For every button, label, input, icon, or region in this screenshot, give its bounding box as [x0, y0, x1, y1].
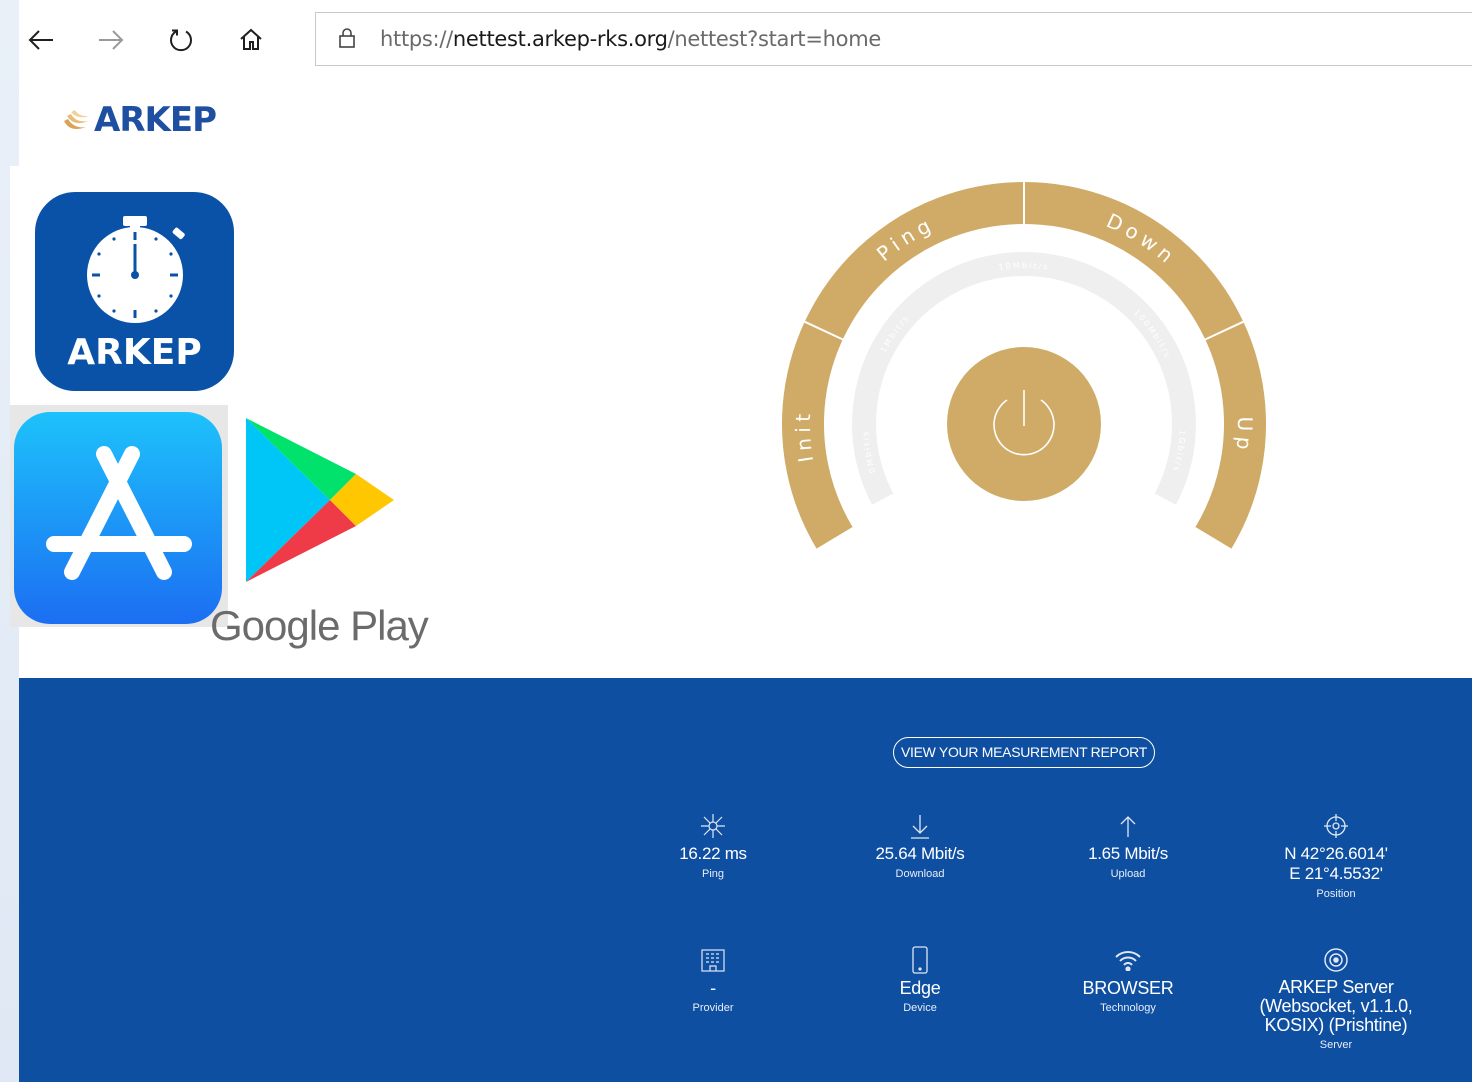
arkep-logo[interactable]: ARKEP: [62, 100, 217, 140]
refresh-icon: [170, 29, 192, 52]
url-text[interactable]: https://nettest.arkep-rks.org/nettest?st…: [380, 27, 881, 51]
server-value-line1: ARKEP Server: [1278, 977, 1394, 997]
ping-icon: [623, 814, 803, 838]
server-value-line3: KOSIX) (Prishtine): [1264, 1015, 1408, 1035]
url-scheme: https://: [380, 27, 453, 51]
position-value-lat: N 42°26.6014': [1284, 844, 1388, 863]
device-label: Device: [903, 1002, 937, 1014]
forward-icon: [99, 30, 124, 50]
ping-value: 16.22 ms: [679, 844, 747, 863]
google-play-label: Google Play: [210, 602, 429, 649]
stat-download: 25.64 Mbit/s Download: [830, 814, 1010, 880]
refresh-button[interactable]: [161, 20, 201, 60]
logo-text: ARKEP: [94, 100, 217, 140]
stat-technology: BROWSER Technology: [1038, 948, 1218, 1014]
device-value: Edge: [899, 978, 941, 998]
provider-icon: [623, 948, 803, 972]
server-icon: [1246, 948, 1426, 972]
browser-toolbar: https://nettest.arkep-rks.org/nettest?st…: [19, 0, 1472, 78]
url-path: /nettest?start=home: [667, 27, 882, 51]
url-host: nettest.arkep-rks.org: [452, 27, 668, 51]
technology-label: Technology: [1100, 1002, 1156, 1014]
home-icon: [240, 28, 262, 50]
stat-upload: 1.65 Mbit/s Upload: [1038, 814, 1218, 880]
upload-icon: [1038, 814, 1218, 838]
app-store-icon: [46, 446, 192, 580]
upload-label: Upload: [1110, 868, 1146, 880]
speed-gauge: InitPing DownUp0Mbit/s1Mbit/s10Mbit/s100M…: [782, 181, 1266, 549]
back-icon: [28, 30, 53, 50]
back-button[interactable]: [21, 20, 61, 60]
stat-server: ARKEP Server (Websocket, v1.1.0, KOSIX) …: [1246, 948, 1426, 1051]
provider-value: -: [710, 978, 716, 998]
stat-ping: 16.22 ms Ping: [623, 814, 803, 880]
app-icon-label: ARKEP: [67, 332, 202, 373]
stat-device: Edge Device: [830, 946, 1010, 1014]
stopwatch-icon: [87, 216, 185, 323]
gauge-phase-label: Init: [791, 408, 818, 463]
stat-position: N 42°26.6014' E 21°4.5532' Position: [1246, 814, 1426, 900]
download-value: 25.64 Mbit/s: [875, 844, 965, 863]
arkep-app-icon[interactable]: ARKEP: [35, 192, 234, 391]
provider-label: Provider: [692, 1002, 734, 1014]
google-play-icon[interactable]: [244, 416, 396, 582]
position-value-lon: E 21°4.5532': [1289, 864, 1383, 883]
home-button[interactable]: [231, 20, 271, 60]
upload-value: 1.65 Mbit/s: [1088, 844, 1168, 863]
lock-icon: [338, 27, 356, 54]
forward-button[interactable]: [91, 20, 131, 60]
server-label: Server: [1319, 1039, 1353, 1051]
device-icon: [830, 946, 1010, 974]
server-value-line2: (Websocket, v1.1.0,: [1259, 996, 1413, 1016]
gauge-phase-label: Up: [1231, 416, 1257, 455]
stat-provider: - Provider: [623, 948, 803, 1014]
wifi-icon: [1038, 948, 1218, 972]
download-icon: [830, 814, 1010, 839]
arkep-swoosh-icon: [64, 110, 90, 129]
position-icon: [1246, 814, 1426, 838]
download-label: Download: [895, 868, 945, 880]
ping-label: Ping: [701, 868, 725, 880]
position-label: Position: [1316, 888, 1356, 900]
address-bar[interactable]: https://nettest.arkep-rks.org/nettest?st…: [315, 12, 1472, 66]
app-store-link[interactable]: [14, 412, 222, 624]
technology-value: BROWSER: [1082, 978, 1174, 998]
view-report-button[interactable]: VIEW YOUR MEASUREMENT REPORT: [893, 737, 1155, 768]
